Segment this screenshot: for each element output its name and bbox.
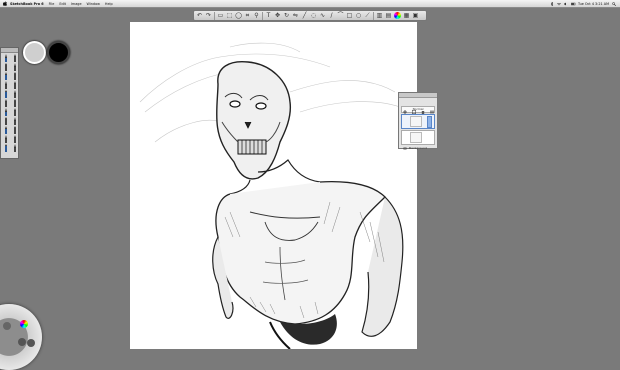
spotlight-icon[interactable] xyxy=(612,1,617,6)
technical-pen-icon[interactable] xyxy=(2,144,10,152)
hard-eraser-icon[interactable] xyxy=(2,117,10,125)
zombie-sketch xyxy=(139,42,404,349)
eraser-icon[interactable] xyxy=(11,99,19,107)
layer-row-background[interactable] xyxy=(401,130,435,150)
brush-icon[interactable] xyxy=(3,322,11,330)
crop-icon[interactable]: ⌗ xyxy=(244,12,251,19)
battery-icon[interactable] xyxy=(571,2,576,6)
app-menu[interactable]: SketchBook Pro 6 xyxy=(10,2,44,6)
blur-icon[interactable] xyxy=(11,90,19,98)
redo-icon[interactable]: ↷ xyxy=(205,12,212,19)
undo-icon[interactable] xyxy=(18,338,26,346)
apple-menu-icon[interactable] xyxy=(3,1,7,6)
rotate-icon[interactable]: ↻ xyxy=(283,12,290,19)
brush-palette-icon[interactable]: ▥ xyxy=(376,12,383,19)
window-title-bar: sketch1.tif @ 50% (6.2% CS) xyxy=(0,7,620,14)
pencil-icon[interactable] xyxy=(2,54,10,62)
toolbar-separator xyxy=(262,11,263,20)
highlighter-icon[interactable] xyxy=(2,135,10,143)
menu-file[interactable]: File xyxy=(49,2,55,6)
line-icon[interactable]: / xyxy=(328,12,335,19)
french-curve-icon[interactable]: ∿ xyxy=(319,12,326,19)
lasso-icon[interactable]: ◯ xyxy=(235,12,242,19)
brush-opacity-puck[interactable] xyxy=(47,41,70,64)
eye-icon[interactable] xyxy=(403,119,407,134)
symmetry-icon[interactable]: ⇋ xyxy=(292,12,299,19)
add-layer-icon[interactable] xyxy=(402,99,407,114)
glow-brush-icon[interactable] xyxy=(11,144,19,152)
curve-icon[interactable]: ⌒ xyxy=(337,12,344,19)
eraser-icon[interactable] xyxy=(2,99,10,107)
ink-pen-icon[interactable] xyxy=(11,126,19,134)
menu-window[interactable]: Window xyxy=(87,2,100,6)
calligraphy-icon[interactable] xyxy=(11,135,19,143)
chisel-icon[interactable] xyxy=(2,81,10,89)
text-icon[interactable]: T xyxy=(265,12,272,19)
brush-puck[interactable] xyxy=(20,38,70,64)
color-icon[interactable] xyxy=(20,320,28,328)
add-image-layer-icon[interactable] xyxy=(411,99,416,114)
layer-editor: Normal Background xyxy=(398,92,438,150)
layer-thumbnail xyxy=(410,116,422,127)
move-icon[interactable]: ✥ xyxy=(274,12,281,19)
zoom-icon[interactable]: ⚲ xyxy=(253,12,260,19)
wifi-icon[interactable] xyxy=(556,2,562,6)
toolbar-separator xyxy=(214,11,215,20)
image-icon[interactable]: ▣ xyxy=(412,12,419,19)
lagoon-menu[interactable] xyxy=(0,304,42,370)
new-canvas-icon[interactable]: ▭ xyxy=(217,12,224,19)
brush-grid xyxy=(1,53,18,153)
airbrush-icon[interactable] xyxy=(2,72,10,80)
layer-row-top[interactable] xyxy=(401,114,435,134)
airbrush-icon[interactable] xyxy=(11,72,19,80)
ink-pen-icon[interactable] xyxy=(2,126,10,134)
ellipse-icon[interactable]: ◌ xyxy=(310,12,317,19)
marker-icon[interactable] xyxy=(11,63,19,71)
status-area: Tue Oct 4 3:21 AM xyxy=(550,0,617,7)
ballpoint-icon[interactable] xyxy=(2,63,10,71)
texture-brush-icon[interactable] xyxy=(11,108,19,116)
ruler-icon[interactable]: ╱ xyxy=(301,12,308,19)
paintbrush-icon[interactable] xyxy=(11,81,19,89)
eye-icon[interactable] xyxy=(403,135,407,150)
clock[interactable]: Tue Oct 4 3:21 AM xyxy=(578,2,609,6)
menu-edit[interactable]: Edit xyxy=(59,2,66,6)
layer-opacity-slider[interactable] xyxy=(427,116,432,128)
bluetooth-icon[interactable] xyxy=(550,0,554,7)
rectangle-icon[interactable]: □ xyxy=(346,12,353,19)
menu-image[interactable]: Image xyxy=(71,2,82,6)
felt-pen-icon[interactable] xyxy=(2,108,10,116)
pencil-icon[interactable] xyxy=(11,54,19,62)
main-toolbar: ↶↷ ▭⬚◯⌗⚲ T✥↻⇋╱◌∿/⌒□○⟋ ▥▤●▦▣ xyxy=(193,10,427,21)
polyline-icon[interactable]: ⟋ xyxy=(364,12,371,19)
menu-help[interactable]: Help xyxy=(105,2,113,6)
color-wheel-icon[interactable]: ● xyxy=(394,12,401,19)
select-icon[interactable]: ⬚ xyxy=(226,12,233,19)
background-thumbnail xyxy=(410,132,422,143)
brush-size-puck[interactable] xyxy=(23,41,46,64)
soft-eraser-icon[interactable] xyxy=(11,117,19,125)
drawing-canvas[interactable] xyxy=(130,22,417,349)
redo-icon[interactable] xyxy=(27,339,35,347)
oval-icon[interactable]: ○ xyxy=(355,12,362,19)
copic-library-icon[interactable]: ▦ xyxy=(403,12,410,19)
layer-toolbar xyxy=(399,98,437,114)
trash-icon[interactable] xyxy=(421,99,425,114)
undo-icon[interactable]: ↶ xyxy=(196,12,203,19)
smudge-icon[interactable] xyxy=(2,90,10,98)
layer-menu-icon[interactable] xyxy=(429,99,434,114)
brush-palette xyxy=(0,47,19,159)
toolbar-separator xyxy=(373,11,374,20)
volume-icon[interactable] xyxy=(564,2,568,6)
layers-icon[interactable]: ▤ xyxy=(385,12,392,19)
